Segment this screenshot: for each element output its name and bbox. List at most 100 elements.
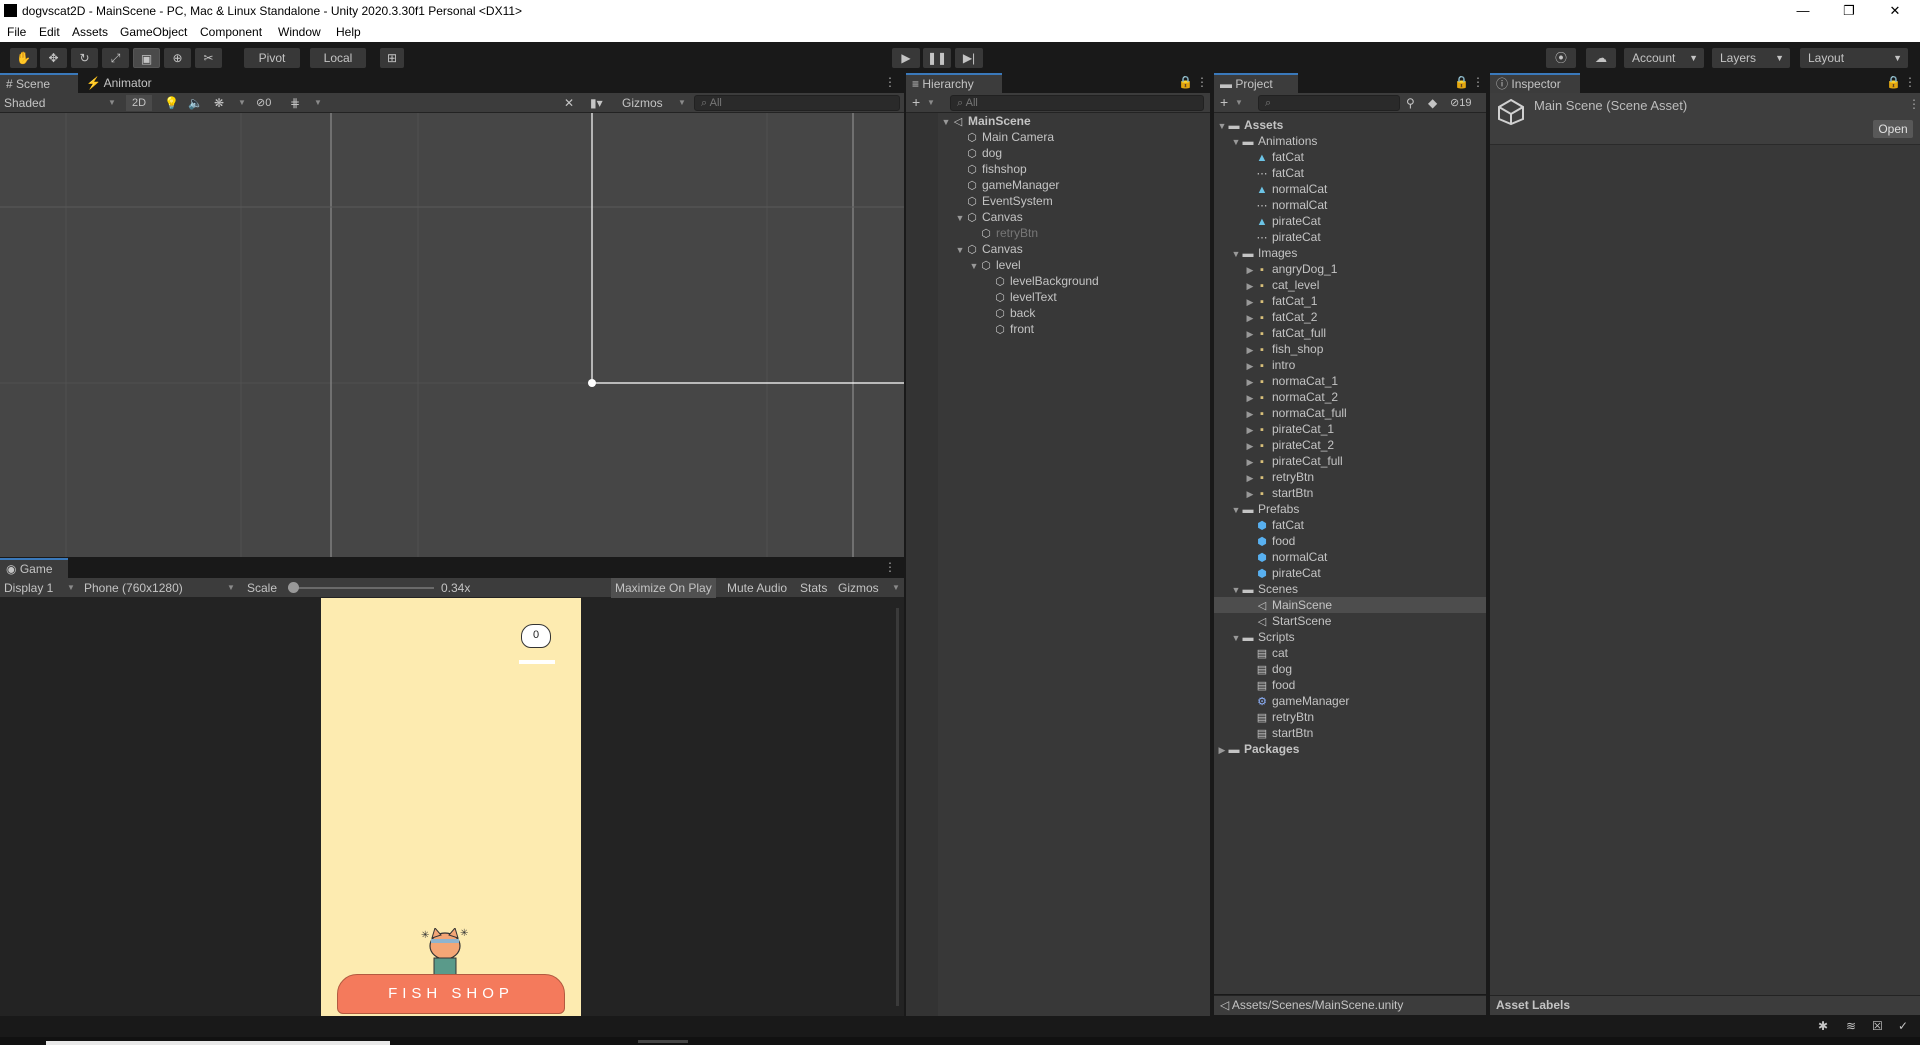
expand-arrow-icon[interactable]: ▼ (1230, 582, 1242, 598)
project-item[interactable]: ▶ ▪ pirateCat_full (1214, 453, 1486, 469)
collapse-arrow-icon[interactable]: ▶ (1244, 470, 1256, 486)
display-dropdown[interactable]: Display 1 ▼ (4, 581, 76, 595)
custom-tool-icon[interactable]: ✂ (195, 48, 222, 68)
hierarchy-item[interactable]: ▼ ⬡ Canvas (906, 209, 1210, 225)
maximize-button[interactable]: ❐ (1826, 0, 1872, 22)
tab-project[interactable]: ▬ Project (1214, 73, 1298, 93)
collapse-arrow-icon[interactable]: ▶ (1244, 486, 1256, 502)
mute-audio-toggle[interactable]: Mute Audio (727, 581, 787, 595)
more-options-icon[interactable]: ⋮ (1196, 75, 1208, 89)
stats-toggle[interactable]: Stats (800, 581, 827, 595)
tab-scene[interactable]: # Scene (0, 73, 78, 93)
hierarchy-item[interactable]: ⬡ levelText (906, 289, 1210, 305)
menu-edit[interactable]: Edit (39, 25, 60, 39)
filter-type-icon[interactable]: ⚲ (1406, 96, 1415, 110)
hierarchy-item[interactable]: ▼ ⬡ level (906, 257, 1210, 273)
game-gizmos-dropdown[interactable]: Gizmos ▼ (838, 581, 902, 595)
project-item[interactable]: ▶ ▬ Packages (1214, 741, 1486, 757)
transform-tool-icon[interactable]: ⊕ (164, 48, 191, 68)
lock-icon[interactable]: 🔒 (1454, 75, 1469, 89)
local-toggle[interactable]: Local (310, 48, 366, 68)
lock-icon[interactable]: 🔒 (1886, 75, 1901, 89)
more-options-icon[interactable]: ⋮ (1908, 97, 1920, 111)
project-item[interactable]: ▶ ▪ pirateCat_2 (1214, 437, 1486, 453)
project-item[interactable]: ▶ ▪ fatCat_2 (1214, 309, 1486, 325)
project-item[interactable]: ▼ ▬ Scenes (1214, 581, 1486, 597)
more-options-icon[interactable]: ⋮ (884, 75, 896, 89)
hierarchy-item[interactable]: ⬡ Main Camera (906, 129, 1210, 145)
check-icon[interactable]: ✓ (1898, 1019, 1908, 1033)
resolution-dropdown[interactable]: Phone (760x1280) ▼ (84, 581, 236, 595)
collab-icon[interactable]: ⦿ (1546, 48, 1576, 68)
menu-window[interactable]: Window (278, 25, 321, 39)
expand-arrow-icon[interactable]: ▼ (1230, 630, 1242, 646)
layout-dropdown[interactable]: Layout ▼ (1800, 48, 1908, 68)
collapse-arrow-icon[interactable]: ▶ (1244, 422, 1256, 438)
project-item[interactable]: ▼ ▬ Images (1214, 245, 1486, 261)
hierarchy-item[interactable]: ⬡ dog (906, 145, 1210, 161)
tools-icon[interactable]: ✕ (564, 96, 574, 110)
expand-arrow-icon[interactable]: ▼ (954, 210, 966, 226)
project-item[interactable]: ▼ ▬ Scripts (1214, 629, 1486, 645)
chevron-down-icon[interactable]: ▼ (238, 98, 246, 107)
menu-assets[interactable]: Assets (72, 25, 108, 39)
project-item[interactable]: ⬢ normalCat (1214, 549, 1486, 565)
menu-gameobject[interactable]: GameObject (120, 25, 187, 39)
project-item[interactable]: ⋯ pirateCat (1214, 229, 1486, 245)
lighting-icon[interactable]: 💡 (164, 96, 179, 110)
project-item[interactable]: ▼ ▬ Animations (1214, 133, 1486, 149)
hierarchy-item[interactable]: ▼ ⬡ Canvas (906, 241, 1210, 257)
scene-search-input[interactable]: ⌕ All (694, 95, 900, 111)
rect-tool-icon[interactable]: ▣ (133, 48, 160, 68)
toggle-2d-button[interactable]: 2D (126, 95, 152, 111)
collapse-arrow-icon[interactable]: ▶ (1216, 742, 1228, 758)
project-item[interactable]: ▲ normalCat (1214, 181, 1486, 197)
tab-animator[interactable]: ⚡ Animator (80, 73, 170, 93)
project-item[interactable]: ▤ dog (1214, 661, 1486, 677)
project-item[interactable]: ▶ ▪ normaCat_2 (1214, 389, 1486, 405)
project-item[interactable]: ▶ ▪ intro (1214, 357, 1486, 373)
project-item[interactable]: ▤ food (1214, 677, 1486, 693)
debug-icon[interactable]: ✱ (1818, 1019, 1828, 1033)
account-dropdown[interactable]: Account ▼ (1624, 48, 1704, 68)
tab-inspector[interactable]: ⓘ Inspector (1490, 73, 1580, 93)
expand-arrow-icon[interactable]: ▼ (1230, 246, 1242, 262)
hierarchy-item[interactable]: ⬡ front (906, 321, 1210, 337)
collapse-arrow-icon[interactable]: ▶ (1244, 438, 1256, 454)
project-item[interactable]: ▶ ▪ normaCat_full (1214, 405, 1486, 421)
step-button[interactable]: ▶| (955, 48, 983, 68)
project-item[interactable]: ▶ ▪ angryDog_1 (1214, 261, 1486, 277)
more-options-icon[interactable]: ⋮ (1472, 75, 1484, 89)
scale-slider-thumb[interactable] (288, 582, 299, 593)
database-icon[interactable]: ≋ (1846, 1019, 1856, 1033)
hierarchy-item[interactable]: ▼ ◁ MainScene (906, 113, 1210, 129)
move-tool-icon[interactable]: ✥ (40, 48, 67, 68)
project-item[interactable]: ◁ MainScene (1214, 597, 1486, 613)
effects-icon[interactable]: ❋ (214, 96, 224, 110)
scale-slider[interactable] (288, 582, 434, 593)
gizmos-dropdown[interactable]: Gizmos ▼ (622, 96, 688, 110)
hierarchy-item[interactable]: ⬡ back (906, 305, 1210, 321)
collapse-arrow-icon[interactable]: ▶ (1244, 310, 1256, 326)
tab-hierarchy[interactable]: ≡ Hierarchy (906, 73, 1002, 93)
chevron-down-icon[interactable]: ▼ (1235, 98, 1243, 107)
menu-component[interactable]: Component (200, 25, 262, 39)
hidden-objects-toggle[interactable]: ⊘0 (256, 96, 271, 109)
bug-icon[interactable]: ☒ (1872, 1019, 1883, 1033)
project-item[interactable]: ▶ ▪ fatCat_1 (1214, 293, 1486, 309)
grid-snap-icon[interactable]: ⊞ (380, 48, 404, 68)
project-search-input[interactable]: ⌕ (1258, 95, 1400, 111)
camera-icon[interactable]: ▮▾ (590, 96, 603, 110)
play-button[interactable]: ▶ (892, 48, 920, 68)
menu-help[interactable]: Help (336, 25, 361, 39)
project-item[interactable]: ▶ ▪ normaCat_1 (1214, 373, 1486, 389)
layers-dropdown[interactable]: Layers ▼ (1712, 48, 1790, 68)
project-item[interactable]: ▼ ▬ Assets (1214, 117, 1486, 133)
project-item[interactable]: ⚙ gameManager (1214, 693, 1486, 709)
scale-tool-icon[interactable]: ⤢ (102, 48, 129, 68)
project-item[interactable]: ▤ startBtn (1214, 725, 1486, 741)
project-item[interactable]: ▶ ▪ fish_shop (1214, 341, 1486, 357)
lock-icon[interactable]: 🔒 (1178, 75, 1193, 89)
expand-arrow-icon[interactable]: ▼ (940, 114, 952, 130)
hierarchy-item[interactable]: ⬡ levelBackground (906, 273, 1210, 289)
